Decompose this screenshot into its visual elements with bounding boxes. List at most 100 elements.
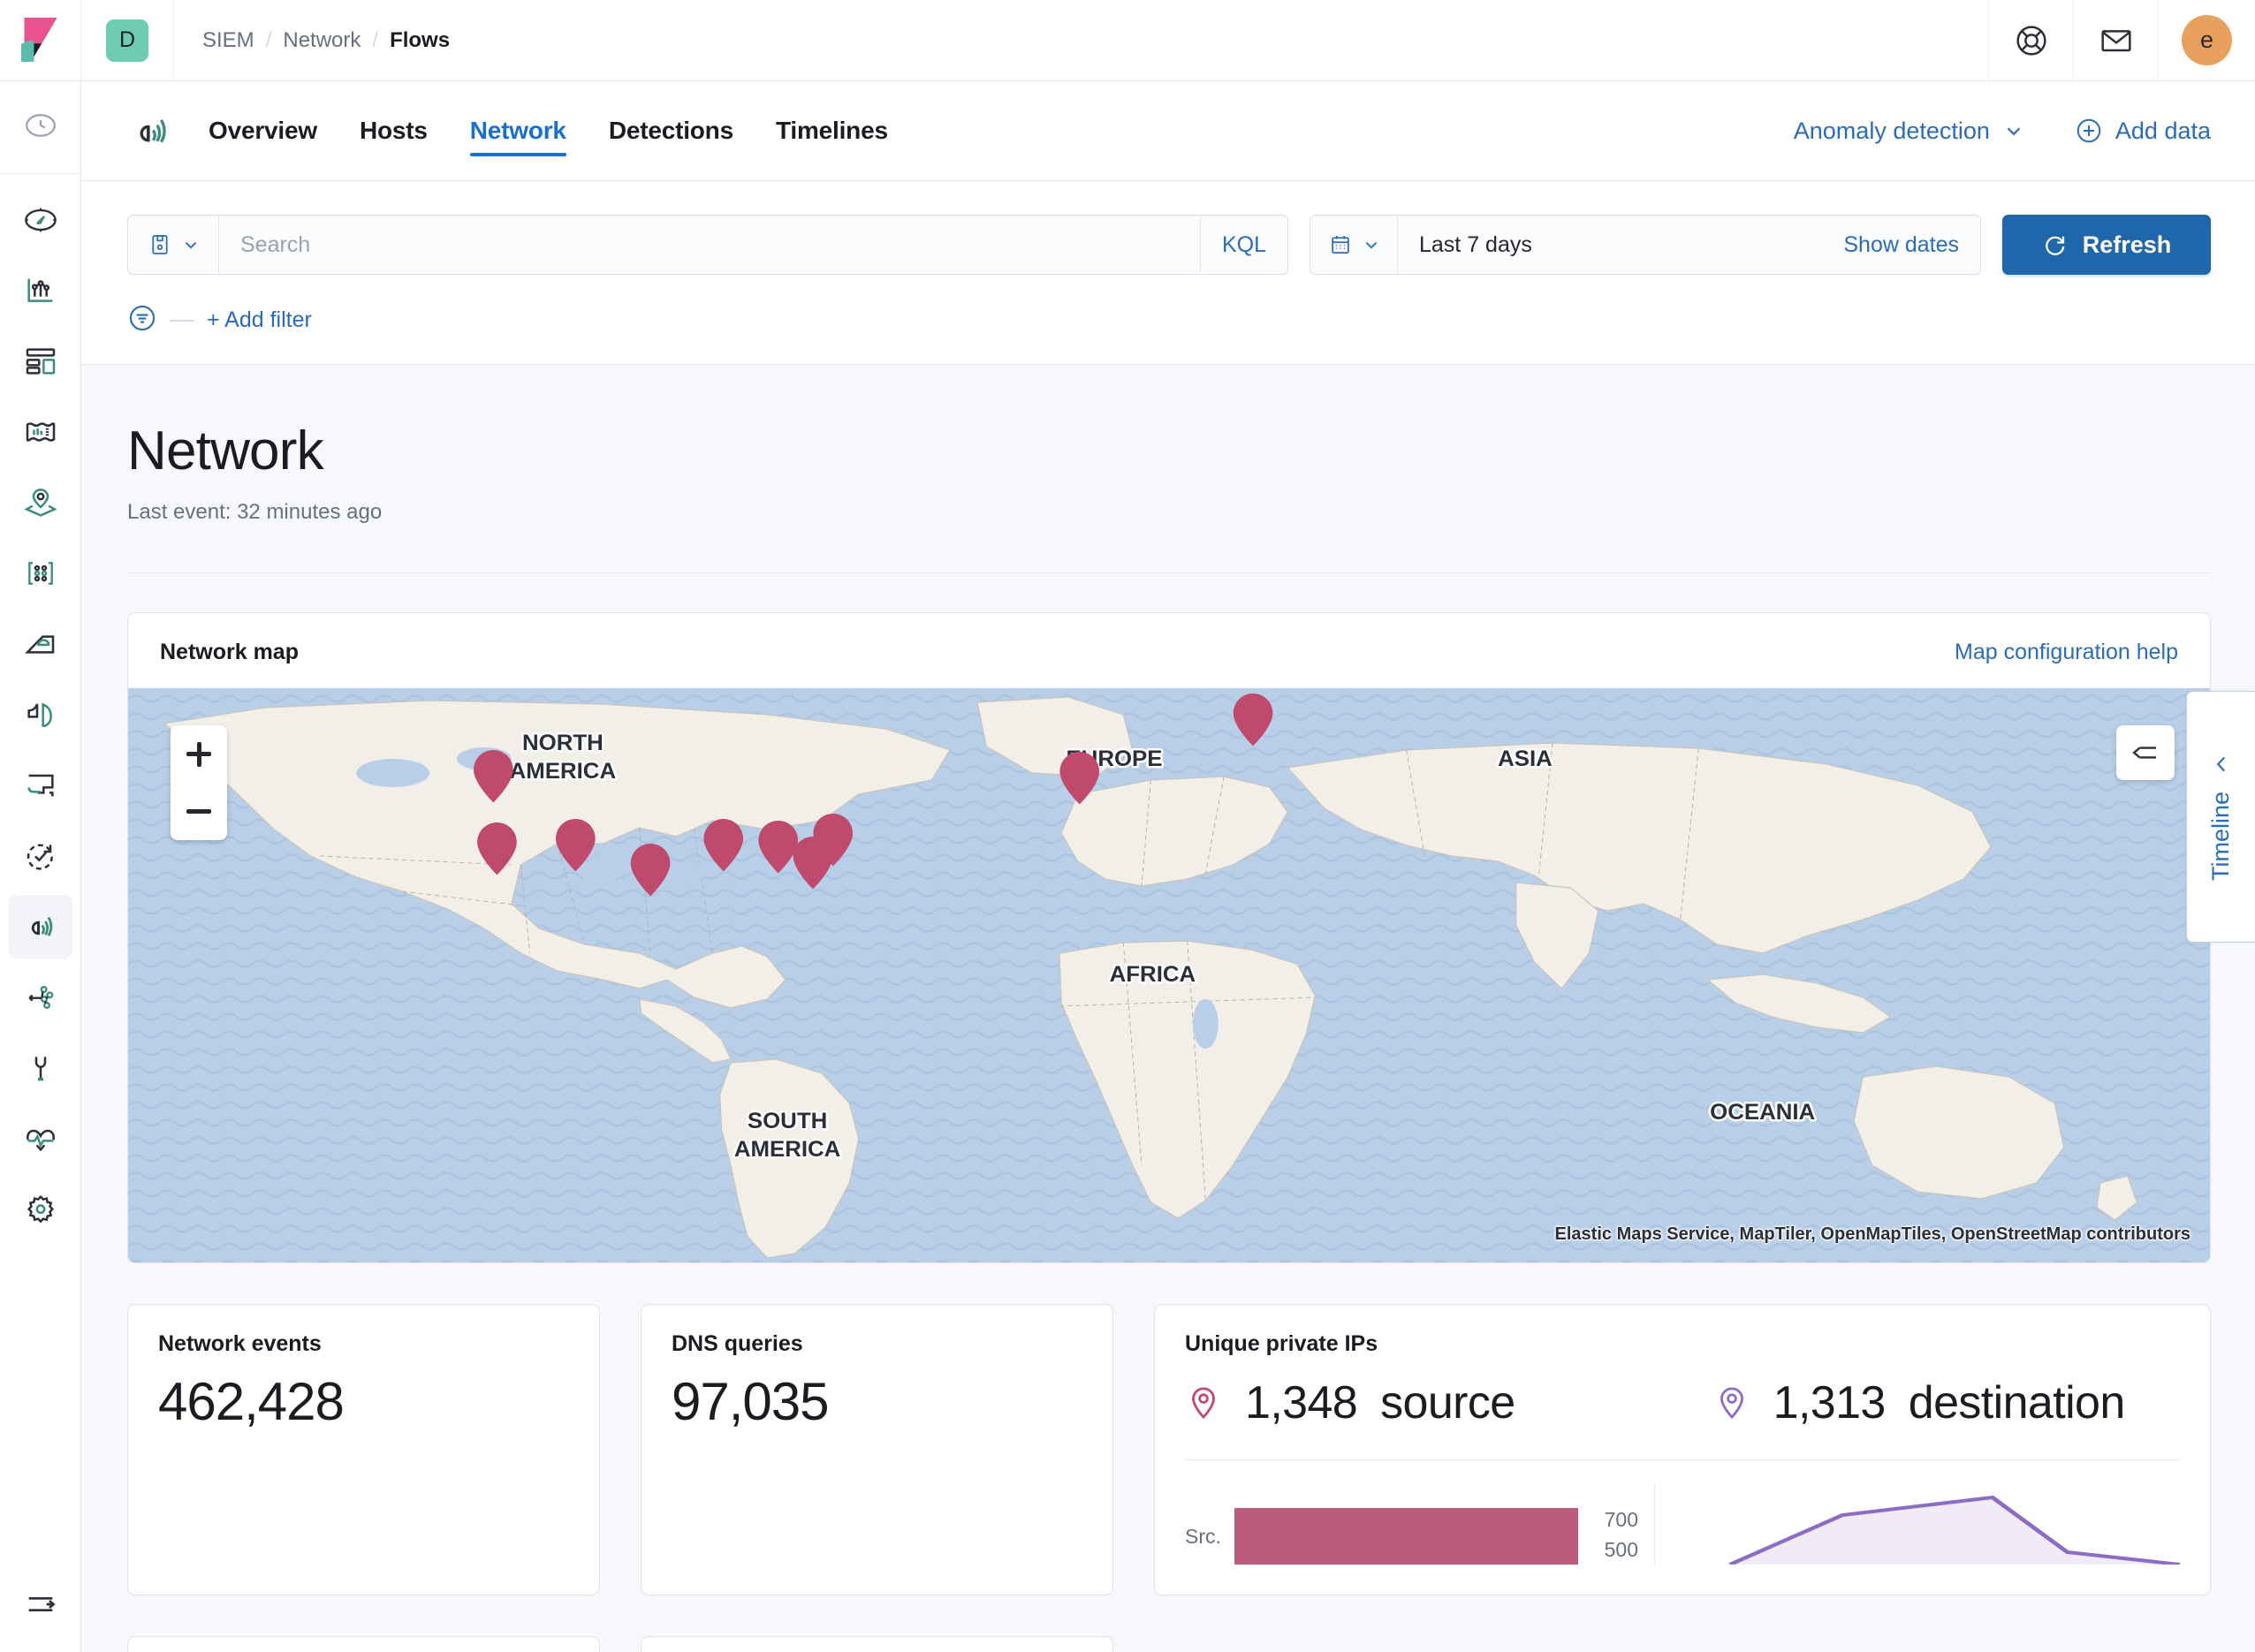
siem-app-icon-wrap bbox=[127, 107, 175, 155]
avatar: e bbox=[2182, 15, 2232, 65]
space-selector[interactable]: D bbox=[81, 0, 174, 80]
continent-label-africa: AFRICA bbox=[1110, 962, 1196, 987]
date-quick-select-button[interactable] bbox=[1310, 216, 1398, 274]
continent-label-asia: ASIA bbox=[1498, 746, 1553, 771]
axis-tick-500: 500 bbox=[1578, 1535, 1638, 1565]
sidebar-item-siem[interactable] bbox=[9, 895, 72, 959]
user-menu-button[interactable]: e bbox=[2158, 0, 2255, 80]
network-map-title: Network map bbox=[160, 640, 299, 665]
source-bar bbox=[1234, 1508, 1578, 1565]
news-feed-button[interactable] bbox=[2073, 0, 2158, 80]
sidebar-item-dev-tools[interactable] bbox=[9, 1036, 72, 1100]
heartbeat-icon bbox=[23, 1121, 58, 1156]
sidebar-item-recently-viewed[interactable] bbox=[9, 94, 72, 157]
tab-network[interactable]: Network bbox=[449, 81, 588, 180]
plus-icon-vertical bbox=[197, 742, 201, 767]
chevron-down-icon bbox=[1362, 235, 1381, 254]
canvas-icon bbox=[23, 414, 58, 450]
kibana-logo-icon bbox=[21, 18, 60, 64]
sidebar-item-machine-learning[interactable] bbox=[9, 542, 72, 605]
sidebar-divider bbox=[0, 173, 81, 174]
chart-y-axis: 700 500 bbox=[1578, 1505, 1654, 1565]
gear-icon bbox=[23, 1192, 58, 1227]
network-events-card: Network events 462,428 bbox=[127, 1304, 600, 1595]
tab-hosts[interactable]: Hosts bbox=[338, 81, 449, 180]
help-lifebuoy-icon bbox=[2014, 23, 2049, 58]
map-zoom-out-button[interactable] bbox=[171, 783, 227, 840]
breadcrumb-siem[interactable]: SIEM bbox=[202, 28, 254, 53]
tab-timelines[interactable]: Timelines bbox=[755, 81, 909, 180]
sidebar-item-visualize[interactable] bbox=[9, 259, 72, 322]
sidebar-item-discover[interactable] bbox=[9, 188, 72, 252]
timeline-label: Timeline bbox=[2207, 792, 2235, 881]
continent-label-south-america: SOUTH bbox=[748, 1109, 827, 1133]
infrastructure-icon bbox=[23, 626, 58, 662]
breadcrumb: SIEM / Network / Flows bbox=[174, 0, 1988, 80]
uptime-icon bbox=[23, 838, 58, 874]
sidebar-collapse-button[interactable] bbox=[0, 1587, 81, 1622]
map-pin-destination-icon bbox=[1713, 1384, 1750, 1421]
map-layers-icon bbox=[23, 485, 58, 520]
sidebar-item-logs[interactable] bbox=[9, 683, 72, 746]
unique-private-ips-destination: 1,313 destination bbox=[1713, 1376, 2125, 1429]
add-filter-button[interactable]: + Add filter bbox=[207, 307, 312, 333]
date-picker[interactable]: Last 7 days Show dates bbox=[1310, 215, 1981, 275]
destination-line-chart bbox=[1654, 1483, 2180, 1565]
breadcrumb-flows[interactable]: Flows bbox=[390, 28, 450, 53]
sidebar-item-management[interactable] bbox=[9, 1178, 72, 1241]
world-map[interactable]: NORTH AMERICA SOUTH AMERICA EUROPE AFRIC… bbox=[128, 688, 2210, 1262]
filter-divider bbox=[170, 320, 194, 322]
sidebar-item-infrastructure[interactable] bbox=[9, 612, 72, 676]
map-legend-toggle-button[interactable] bbox=[2116, 725, 2175, 780]
filter-icon bbox=[127, 303, 157, 333]
nav-actions: Anomaly detection Add data bbox=[1794, 117, 2211, 145]
page-title: Network bbox=[127, 365, 2211, 482]
saved-query-icon bbox=[148, 232, 172, 257]
refresh-icon bbox=[2042, 231, 2069, 258]
sidebar-item-graph[interactable] bbox=[9, 966, 72, 1029]
breadcrumb-separator: / bbox=[266, 28, 272, 53]
network-events-value: 462,428 bbox=[158, 1371, 569, 1432]
compass-icon bbox=[23, 202, 58, 238]
source-ip-count: 1,348 bbox=[1245, 1376, 1357, 1429]
refresh-label: Refresh bbox=[2083, 231, 2172, 259]
sidebar-item-monitoring[interactable] bbox=[9, 1107, 72, 1171]
saved-query-button[interactable] bbox=[128, 216, 219, 274]
sidebar-item-canvas[interactable] bbox=[9, 400, 72, 464]
graph-nodes-icon bbox=[23, 980, 58, 1015]
logs-icon bbox=[23, 697, 58, 732]
filter-options-button[interactable] bbox=[127, 303, 157, 337]
sidebar-item-apm[interactable] bbox=[9, 754, 72, 817]
siem-radar-icon bbox=[22, 908, 59, 945]
source-ip-suffix: source bbox=[1380, 1376, 1515, 1429]
add-data-button[interactable]: Add data bbox=[2075, 117, 2211, 145]
sidebar-item-maps[interactable] bbox=[9, 471, 72, 534]
filter-bar: + Add filter bbox=[127, 303, 2211, 337]
axis-tick-700: 700 bbox=[1578, 1505, 1638, 1535]
kql-badge[interactable]: KQL bbox=[1200, 216, 1287, 274]
map-zoom-in-button[interactable] bbox=[171, 725, 227, 783]
refresh-button[interactable]: Refresh bbox=[2002, 215, 2211, 275]
anomaly-detection-button[interactable]: Anomaly detection bbox=[1794, 117, 2025, 145]
breadcrumb-network[interactable]: Network bbox=[283, 28, 361, 53]
last-event-text: Last event: 32 minutes ago bbox=[127, 500, 2211, 525]
search-bar[interactable]: Search KQL bbox=[127, 215, 1288, 275]
tab-overview[interactable]: Overview bbox=[209, 81, 338, 180]
show-dates-button[interactable]: Show dates bbox=[1843, 216, 1980, 274]
date-range-value[interactable]: Last 7 days bbox=[1398, 216, 1843, 274]
search-input[interactable]: Search bbox=[219, 216, 1200, 274]
map-configuration-help-link[interactable]: Map configuration help bbox=[1955, 640, 2178, 665]
network-map-header: Network map Map configuration help bbox=[128, 613, 2210, 688]
tab-detections[interactable]: Detections bbox=[588, 81, 755, 180]
sidebar-item-uptime[interactable] bbox=[9, 824, 72, 888]
card-divider bbox=[1185, 1459, 2180, 1460]
bar-chart-icon bbox=[23, 273, 58, 308]
breadcrumb-separator: / bbox=[372, 28, 378, 53]
chevron-down-icon bbox=[181, 235, 201, 254]
timeline-flyout-button[interactable]: Timeline bbox=[2186, 691, 2255, 943]
source-bar-label: Src. bbox=[1185, 1525, 1234, 1549]
help-button[interactable] bbox=[1988, 0, 2073, 80]
minus-icon bbox=[186, 809, 211, 814]
sidebar-item-dashboard[interactable] bbox=[9, 330, 72, 393]
kibana-logo[interactable] bbox=[0, 0, 81, 80]
